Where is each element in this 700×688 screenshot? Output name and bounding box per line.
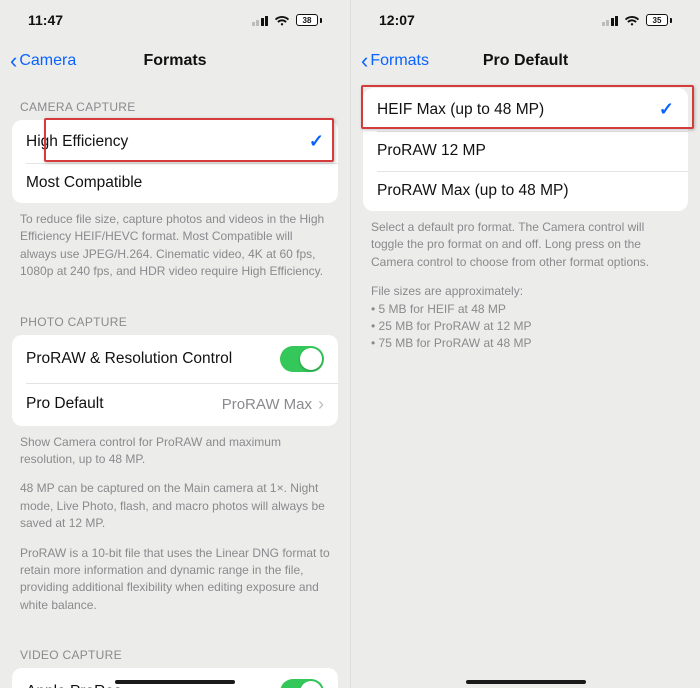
toggle-on-icon[interactable] — [280, 679, 324, 688]
cellular-icon — [252, 15, 269, 26]
settings-scroll[interactable]: HEIF Max (up to 48 MP) ✓ ProRAW 12 MP Pr… — [351, 82, 700, 688]
footer-photo-capture: Show Camera control for ProRAW and maxim… — [0, 426, 350, 631]
row-heif-max[interactable]: HEIF Max (up to 48 MP) ✓ — [363, 88, 688, 131]
cellular-icon — [602, 15, 619, 26]
row-apple-prores[interactable]: Apple ProRes — [12, 668, 338, 688]
home-indicator[interactable] — [115, 680, 235, 684]
page-title: Formats — [143, 52, 206, 70]
section-header-video-capture: VIDEO CAPTURE — [0, 630, 350, 668]
battery-icon: 38 — [296, 14, 322, 26]
page-title: Pro Default — [483, 52, 568, 70]
settings-scroll[interactable]: CAMERA CAPTURE High Efficiency ✓ Most Co… — [0, 82, 350, 688]
row-label: Apple ProRes — [26, 683, 122, 688]
row-most-compatible[interactable]: Most Compatible — [12, 163, 338, 203]
row-label: High Efficiency — [26, 133, 128, 151]
row-label: ProRAW 12 MP — [377, 142, 486, 160]
section-header-photo-capture: PHOTO CAPTURE — [0, 297, 350, 335]
footer-pro-default: Select a default pro format. The Camera … — [351, 211, 700, 369]
chevron-left-icon: ‹ — [361, 50, 368, 72]
wifi-icon — [274, 14, 290, 26]
row-high-efficiency[interactable]: High Efficiency ✓ — [12, 120, 338, 163]
row-proraw-control[interactable]: ProRAW & Resolution Control — [12, 335, 338, 383]
footer-camera-capture: To reduce file size, capture photos and … — [0, 203, 350, 297]
home-indicator[interactable] — [466, 680, 586, 684]
nav-bar: ‹ Camera Formats — [0, 40, 350, 82]
row-proraw-12[interactable]: ProRAW 12 MP — [363, 131, 688, 171]
row-label: Most Compatible — [26, 174, 142, 192]
row-pro-default[interactable]: Pro Default ProRAW Max › — [12, 383, 338, 426]
group-camera-capture: High Efficiency ✓ Most Compatible — [12, 120, 338, 203]
status-time: 12:07 — [379, 12, 415, 28]
nav-bar: ‹ Formats Pro Default — [351, 40, 700, 82]
chevron-right-icon: › — [318, 394, 324, 415]
checkmark-icon: ✓ — [659, 99, 674, 120]
row-label: ProRAW & Resolution Control — [26, 350, 232, 368]
back-label: Camera — [19, 52, 76, 70]
group-video-capture: Apple ProRes — [12, 668, 338, 688]
right-screenshot: 12:07 35 ‹ Formats Pro Default — [350, 0, 700, 688]
wifi-icon — [624, 14, 640, 26]
status-bar: 11:47 38 — [0, 0, 350, 40]
checkmark-icon: ✓ — [309, 131, 324, 152]
row-label: HEIF Max (up to 48 MP) — [377, 101, 544, 119]
row-proraw-max[interactable]: ProRAW Max (up to 48 MP) — [363, 171, 688, 211]
status-time: 11:47 — [28, 12, 63, 28]
back-button[interactable]: ‹ Formats — [361, 40, 429, 82]
section-header-camera-capture: CAMERA CAPTURE — [0, 82, 350, 120]
group-pro-default: HEIF Max (up to 48 MP) ✓ ProRAW 12 MP Pr… — [363, 88, 688, 211]
back-button[interactable]: ‹ Camera — [10, 40, 76, 82]
row-label: Pro Default — [26, 395, 104, 413]
chevron-left-icon: ‹ — [10, 50, 17, 72]
row-value: ProRAW Max — [222, 396, 318, 413]
left-screenshot: 11:47 38 ‹ Camera Formats CAMERA CAPTURE — [0, 0, 350, 688]
toggle-on-icon[interactable] — [280, 346, 324, 372]
row-label: ProRAW Max (up to 48 MP) — [377, 182, 569, 200]
status-bar: 12:07 35 — [351, 0, 700, 40]
group-photo-capture: ProRAW & Resolution Control Pro Default … — [12, 335, 338, 426]
battery-icon: 35 — [646, 14, 672, 26]
back-label: Formats — [370, 52, 429, 70]
